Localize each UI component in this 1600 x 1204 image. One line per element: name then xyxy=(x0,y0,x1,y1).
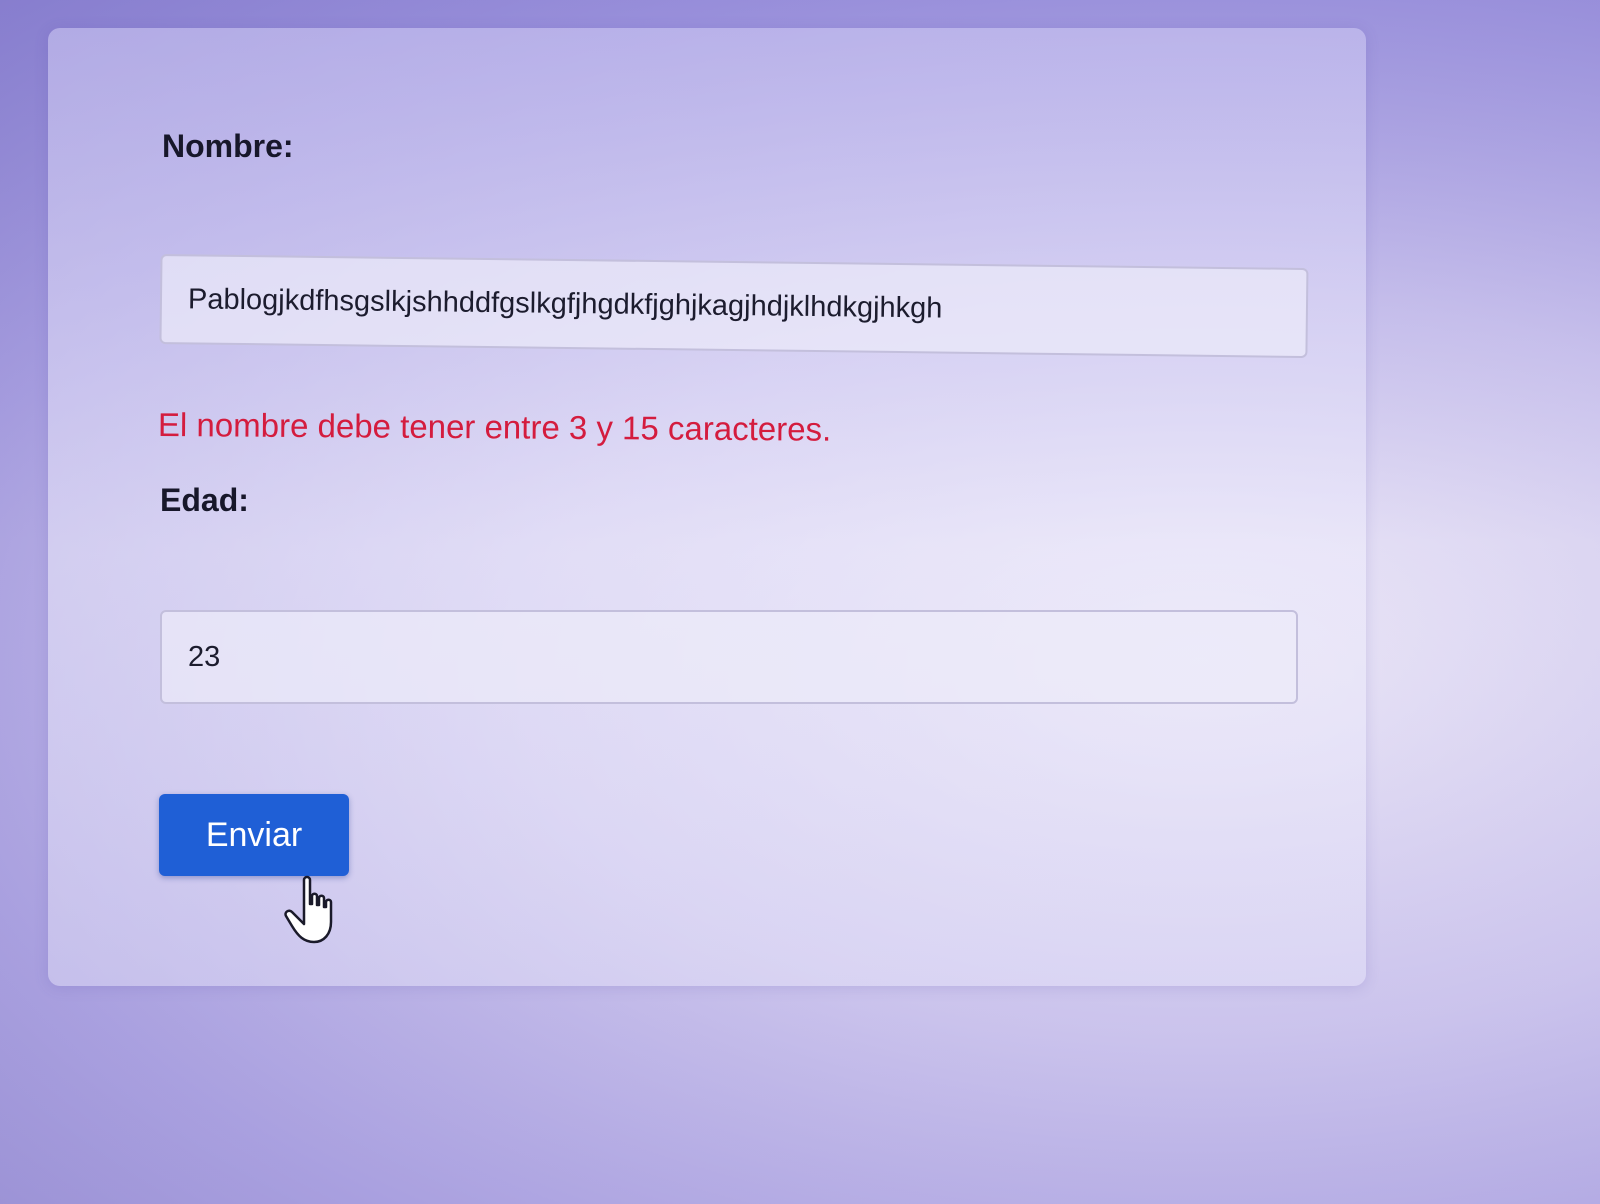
name-label: Nombre: xyxy=(162,128,294,164)
submit-button[interactable]: Enviar xyxy=(159,794,349,876)
form-card: Nombre: El nombre debe tener entre 3 y 1… xyxy=(48,28,1366,986)
name-input[interactable] xyxy=(159,254,1309,359)
age-label: Edad: xyxy=(160,482,249,518)
hand-pointer-icon xyxy=(284,875,333,944)
name-error-message: El nombre debe tener entre 3 y 15 caract… xyxy=(157,406,832,448)
age-input[interactable] xyxy=(160,610,1298,704)
